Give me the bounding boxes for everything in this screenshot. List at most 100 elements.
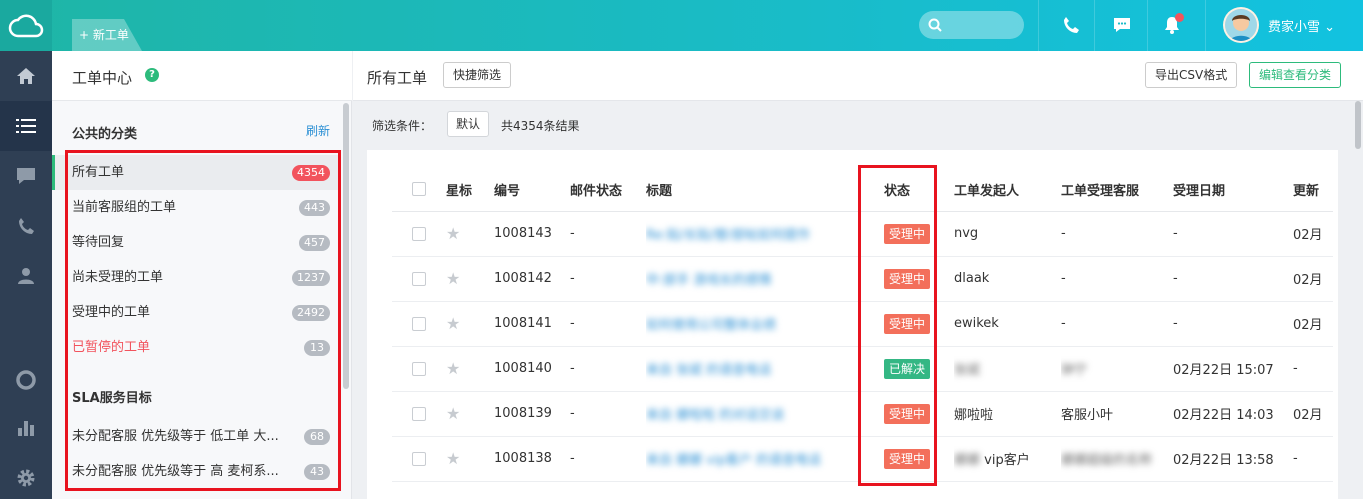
table-row[interactable]: ★ 1008138- 来自 娜娜 vip客户 的语音电话 受理中 娜娜 vip客户 娜娜超…: [392, 436, 1333, 482]
cloud-logo-icon[interactable]: [0, 0, 52, 51]
updated-date: 02月: [1293, 211, 1333, 257]
status-badge: 受理中: [884, 448, 931, 469]
phone-icon[interactable]: [0, 201, 52, 251]
lifebuoy-icon[interactable]: [0, 355, 52, 405]
star-icon[interactable]: ★: [446, 449, 460, 468]
ticket-title-link[interactable]: 来自 娜娜 vip客户 的语音电话: [646, 453, 821, 468]
star-icon[interactable]: ★: [446, 314, 460, 333]
main-scrollbar[interactable]: [1355, 101, 1361, 149]
sidebar-item-sla-high[interactable]: 未分配客服 优先级等于 高 麦柯系... 43: [52, 454, 338, 489]
accepted-date: -: [1173, 256, 1293, 302]
ticket-title-link[interactable]: 如何使用公司整体业绩: [646, 318, 776, 333]
ticket-id: 1008138: [494, 436, 570, 482]
row-checkbox[interactable]: [412, 406, 426, 421]
column-header[interactable]: 受理日期: [1173, 168, 1293, 212]
table-row[interactable]: ★ 1008139- 来自 娜啦啦 的对话交谈 受理中 娜啦啦 客服小叶 02月22日 14…: [392, 391, 1333, 437]
column-header[interactable]: 状态: [874, 168, 954, 212]
mail-status: -: [570, 346, 646, 392]
table-row[interactable]: ★ 1008141- 如何使用公司整体业绩 受理中 ewikek - -02月: [392, 301, 1333, 347]
quick-filter-button[interactable]: 快捷筛选: [443, 62, 512, 88]
column-header[interactable]: 星标: [446, 168, 494, 212]
star-icon[interactable]: ★: [446, 359, 460, 378]
column-header[interactable]: 标题: [646, 168, 874, 212]
column-header[interactable]: 工单发起人: [954, 168, 1061, 212]
refresh-link[interactable]: 刷新: [306, 122, 330, 139]
sidebar-item-current-group[interactable]: 当前客服组的工单 443: [52, 190, 338, 225]
user-icon[interactable]: [0, 251, 52, 301]
requester-name[interactable]: ewikek: [954, 316, 999, 331]
sidebar-item-label: 已暂停的工单: [72, 340, 151, 355]
gear-icon[interactable]: [0, 453, 52, 499]
mail-status: -: [570, 391, 646, 437]
requester-cell: dlaak: [954, 256, 1061, 302]
sidebar-item-sla-low[interactable]: 未分配客服 优先级等于 低工单 大... 68: [52, 419, 338, 454]
count-badge: 13: [304, 340, 330, 356]
select-all-checkbox[interactable]: [412, 182, 426, 197]
star-icon[interactable]: ★: [446, 224, 460, 243]
requester-name[interactable]: 张斌: [954, 363, 980, 378]
select-all-header: [392, 168, 446, 212]
star-icon[interactable]: ★: [446, 404, 460, 423]
column-header[interactable]: 工单受理客服: [1061, 168, 1173, 212]
ticket-title-link[interactable]: 来自 张斌 的语音电话: [646, 363, 771, 378]
ticket-id: 1008143: [494, 211, 570, 257]
table-row[interactable]: ★ 1008142- 中:部手 游戏长的感情 受理中 dlaak - -02月: [392, 256, 1333, 302]
agent-name: -: [1061, 226, 1066, 241]
chat-icon[interactable]: [0, 151, 52, 201]
bar-chart-icon[interactable]: [0, 403, 52, 453]
requester-name-blurred: 娜娜: [954, 453, 981, 468]
status-cell: 受理中: [874, 436, 954, 482]
ticket-title-link[interactable]: Re:贴/长贴/替/部帖如何提作: [646, 228, 810, 243]
sidebar-item-label: 未分配客服 优先级等于 高 麦柯系...: [72, 464, 279, 479]
star-icon[interactable]: ★: [446, 269, 460, 288]
requester-name[interactable]: nvg: [954, 226, 978, 241]
requester-name[interactable]: dlaak: [954, 271, 989, 286]
export-csv-button[interactable]: 导出CSV格式: [1145, 62, 1238, 88]
bell-icon[interactable]: [1160, 13, 1184, 37]
column-header[interactable]: 邮件状态: [570, 168, 646, 212]
row-checkbox[interactable]: [412, 361, 426, 376]
list-icon[interactable]: [0, 101, 52, 151]
chevron-down-icon: ⌄: [1324, 20, 1336, 35]
new-ticket-tab[interactable]: + 新工单: [72, 19, 142, 51]
filter-label: 筛选条件：: [372, 119, 433, 133]
column-header[interactable]: 编号: [494, 168, 570, 212]
row-checkbox[interactable]: [412, 226, 426, 241]
count-badge: 4354: [292, 165, 330, 181]
sidebar-scrollbar[interactable]: [343, 103, 349, 389]
table-row[interactable]: ★ 1008140- 来自 张斌 的语音电话 已解决 张斌 钟宁 02月22日 15:07-: [392, 346, 1333, 392]
sidebar-item-in-progress[interactable]: 受理中的工单 2492: [52, 295, 338, 330]
sidebar-item-awaiting-reply[interactable]: 等待回复 457: [52, 225, 338, 260]
user-menu[interactable]: 费家小雪 ⌄: [1268, 16, 1335, 35]
row-checkbox[interactable]: [412, 316, 426, 331]
sidebar-item-all-tickets[interactable]: 所有工单 4354: [52, 155, 338, 190]
column-header[interactable]: 更新: [1293, 168, 1333, 212]
ticket-title-link[interactable]: 中:部手 游戏长的感情: [646, 273, 772, 288]
home-icon[interactable]: [0, 51, 52, 101]
sidebar-item-label: 受理中的工单: [72, 305, 151, 320]
message-icon[interactable]: [1110, 13, 1134, 37]
filter-default-button[interactable]: 默认: [447, 111, 490, 137]
sidebar-item-label: 未分配客服 优先级等于 低工单 大...: [72, 429, 279, 444]
page-title: 所有工单: [367, 69, 428, 87]
requester-name[interactable]: 娜啦啦: [954, 408, 993, 423]
phone-icon[interactable]: [1059, 13, 1083, 37]
star-cell: ★: [446, 256, 494, 302]
updated-date: 02月: [1293, 301, 1333, 347]
search-input[interactable]: [919, 11, 1024, 39]
ticket-title-link[interactable]: 来自 娜啦啦 的对话交谈: [646, 408, 784, 423]
count-badge: 457: [299, 235, 330, 251]
ticket-title-cell: 如何使用公司整体业绩: [646, 301, 874, 347]
table-row[interactable]: ★ 1008143- Re:贴/长贴/替/部帖如何提作 受理中 nvg - -02月: [392, 211, 1333, 257]
sidebar-item-unaccepted[interactable]: 尚未受理的工单 1237: [52, 260, 338, 295]
row-checkbox[interactable]: [412, 271, 426, 286]
avatar[interactable]: [1223, 7, 1259, 43]
row-checkbox[interactable]: [412, 451, 426, 466]
edit-view-button[interactable]: 编辑查看分类: [1249, 62, 1342, 88]
mail-status: -: [570, 436, 646, 482]
ticket-table: 星标 编号 邮件状态 标题 状态 工单发起人 工单受理客服 受理日期 更新 ★ 1…: [392, 168, 1333, 482]
count-badge: 43: [304, 464, 330, 480]
sidebar-item-paused[interactable]: 已暂停的工单 13: [52, 330, 338, 365]
status-cell: 受理中: [874, 256, 954, 302]
help-icon[interactable]: ?: [145, 68, 159, 82]
